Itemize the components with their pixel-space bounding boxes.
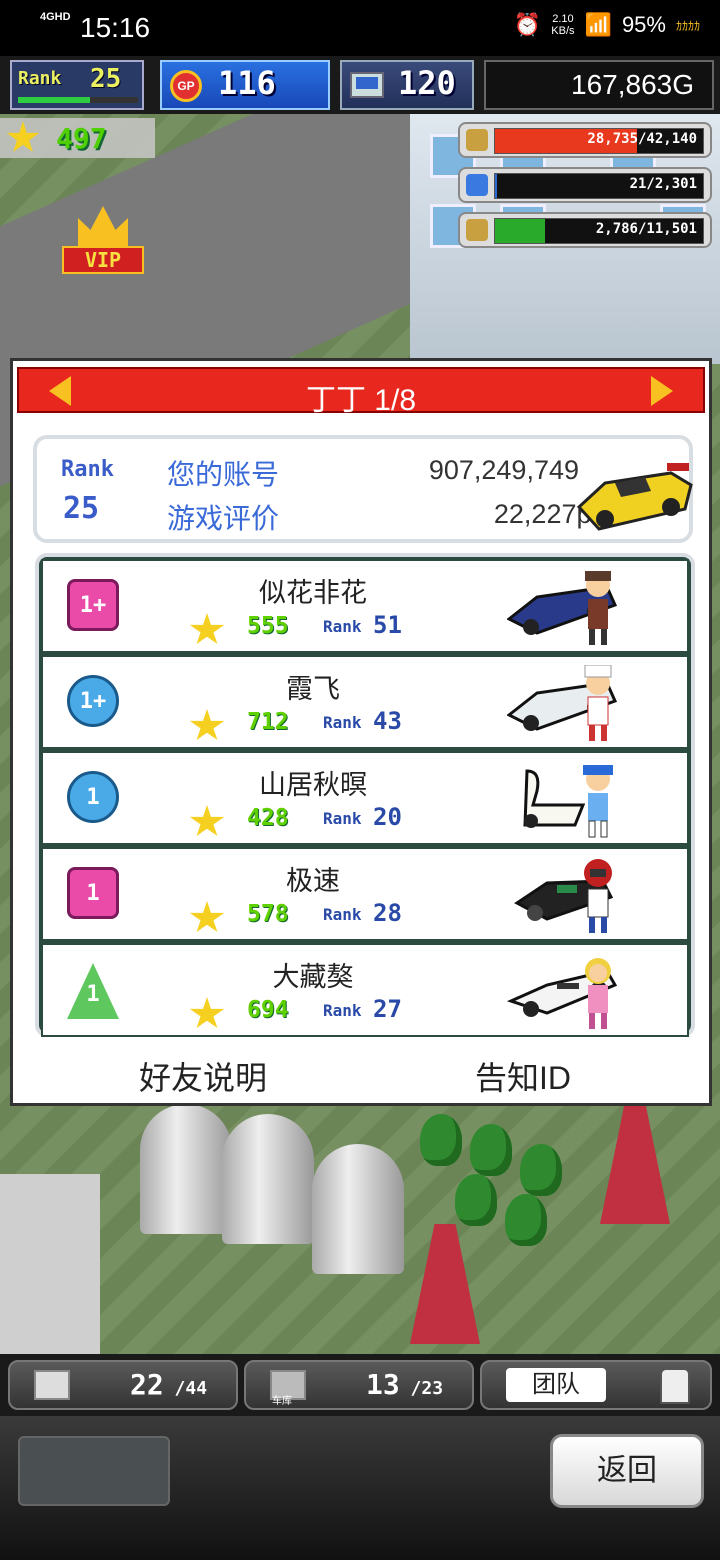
star-icon bbox=[189, 805, 225, 836]
level-badge: 1 bbox=[67, 867, 119, 919]
storage-tank bbox=[222, 1114, 314, 1244]
friend-row[interactable]: 1 山居秋暝 428 Rank 20 bbox=[41, 751, 689, 845]
resource-bar-2: 21/2,301 bbox=[458, 167, 712, 203]
tab-garage[interactable]: 车库 13 /23 bbox=[244, 1360, 474, 1410]
face-icon bbox=[660, 1368, 690, 1404]
driver-avatar bbox=[584, 859, 612, 933]
friends-list: 1+ 似花非花 555 Rank 51 1+ 霞飞 712 Rank 43 1 … bbox=[35, 553, 695, 1037]
action-bar: 返回 bbox=[0, 1416, 720, 1560]
friend-stars: 578 bbox=[247, 901, 289, 927]
friend-name: 似花非花 bbox=[259, 578, 367, 608]
dialog-title: 丁丁 1/8 bbox=[305, 384, 417, 417]
star-icon bbox=[189, 901, 225, 932]
wifi-icon: 📶 bbox=[584, 12, 612, 37]
resource-bar-3: 2,786/11,501 bbox=[458, 212, 712, 248]
level-badge: 1+ bbox=[67, 675, 119, 727]
account-value: 907,249,749 bbox=[428, 455, 579, 485]
wall bbox=[0, 1174, 100, 1354]
tree bbox=[420, 1114, 462, 1166]
alarm-icon: ⏰ bbox=[513, 12, 542, 37]
driver-avatar bbox=[584, 665, 612, 741]
rank-progress-bar bbox=[18, 97, 138, 103]
driver-avatar bbox=[585, 958, 611, 1029]
friend-stars: 555 bbox=[247, 613, 289, 639]
notify-id-button[interactable]: 告知ID bbox=[413, 1053, 633, 1096]
battery-level: 95% bbox=[621, 12, 666, 37]
tree bbox=[470, 1124, 512, 1176]
crate-icon bbox=[34, 1370, 70, 1400]
tree bbox=[520, 1144, 562, 1196]
star-icon bbox=[6, 121, 40, 152]
friend-rank: 27 bbox=[373, 995, 402, 1023]
driver-avatar bbox=[585, 571, 611, 645]
research-counter[interactable]: 120 bbox=[340, 60, 474, 110]
status-bar: 4GHD 15:16 ⏰ 2.10 KB/s 📶 95% ｶｶｶｶ bbox=[0, 0, 720, 56]
storage-tank bbox=[312, 1144, 404, 1274]
clock: 15:16 bbox=[80, 12, 151, 43]
top-hud: Rank 25 GP 116 120 167,863G bbox=[0, 56, 720, 114]
computer-icon bbox=[350, 72, 384, 98]
bottom-tab-bar: 22 /44 车库 13 /23 团队 bbox=[0, 1354, 720, 1416]
crown-icon bbox=[78, 206, 128, 246]
resource-bars: 28,735/42,140 21/2,301 2,786/11,501 bbox=[458, 122, 712, 257]
friend-name: 大藏獒 bbox=[272, 962, 354, 992]
friend-name: 山居秋暝 bbox=[259, 770, 367, 800]
driver-avatar bbox=[583, 765, 613, 838]
gp-counter[interactable]: GP 116 bbox=[160, 60, 330, 110]
oil-derrick bbox=[410, 1224, 480, 1344]
tree bbox=[505, 1194, 547, 1246]
empty-slot bbox=[18, 1436, 170, 1506]
coin-stack-icon bbox=[466, 129, 488, 151]
my-profile-card: Rank 25 您的账号 907,249,749 游戏评价 22,227pt bbox=[33, 435, 693, 543]
star-icon bbox=[189, 709, 225, 740]
friends-dialog: 丁丁 1/8 Rank 25 您的账号 907,249,749 游戏评价 22,… bbox=[10, 358, 712, 1106]
vip-button[interactable]: VIP bbox=[62, 206, 144, 278]
friend-rank: 43 bbox=[373, 707, 402, 735]
level-badge: 1 bbox=[67, 771, 119, 823]
star-icon bbox=[189, 997, 225, 1028]
friend-row[interactable]: 1+ 霞飞 712 Rank 43 bbox=[41, 655, 689, 749]
friend-row[interactable]: 1 极速 578 Rank 28 bbox=[41, 847, 689, 941]
friend-stars: 712 bbox=[247, 709, 289, 735]
friend-name: 极速 bbox=[286, 866, 340, 896]
friend-name: 霞飞 bbox=[286, 674, 340, 704]
next-page-arrow-icon[interactable] bbox=[651, 376, 673, 406]
friend-help-button[interactable]: 好友说明 bbox=[93, 1053, 313, 1096]
tab-team[interactable]: 团队 bbox=[480, 1360, 712, 1410]
money-display[interactable]: 167,863G bbox=[484, 60, 714, 110]
back-button[interactable]: 返回 bbox=[550, 1434, 704, 1508]
tab-cars[interactable]: 22 /44 bbox=[8, 1360, 238, 1410]
friend-rank: 51 bbox=[373, 611, 402, 639]
friend-stars: 428 bbox=[247, 805, 289, 831]
network-indicator: 4GHD bbox=[40, 11, 71, 23]
storage-tank bbox=[140, 1104, 232, 1234]
wheat-icon bbox=[466, 219, 488, 241]
account-label: 您的账号 bbox=[167, 459, 280, 490]
bottle-icon bbox=[466, 174, 488, 196]
network-speed: 2.10 KB/s bbox=[551, 13, 575, 37]
player-rank[interactable]: Rank 25 bbox=[10, 60, 144, 110]
dialog-header: 丁丁 1/8 bbox=[17, 367, 705, 417]
deco-icon: ｶｶｶｶ bbox=[675, 18, 700, 33]
friend-row[interactable]: 1+ 似花非花 555 Rank 51 bbox=[41, 559, 689, 653]
level-badge: 1+ bbox=[67, 579, 119, 631]
star-icon bbox=[189, 613, 225, 644]
status-right: ⏰ 2.10 KB/s 📶 95% ｶｶｶｶ bbox=[514, 12, 700, 38]
oil-derrick bbox=[600, 1104, 670, 1224]
gp-icon: GP bbox=[170, 70, 202, 102]
resource-bar-1: 28,735/42,140 bbox=[458, 122, 712, 158]
rating-label: 游戏评价 bbox=[167, 503, 280, 534]
friend-rank: 20 bbox=[373, 803, 402, 831]
star-counter: 497 bbox=[0, 118, 155, 158]
friend-stars: 694 bbox=[247, 997, 289, 1023]
race-car-icon bbox=[576, 463, 693, 531]
level-badge: 1 bbox=[67, 963, 119, 1019]
tree bbox=[455, 1174, 497, 1226]
friend-rank: 28 bbox=[373, 899, 402, 927]
friend-row[interactable]: 1 大藏獒 694 Rank 27 bbox=[41, 943, 689, 1037]
